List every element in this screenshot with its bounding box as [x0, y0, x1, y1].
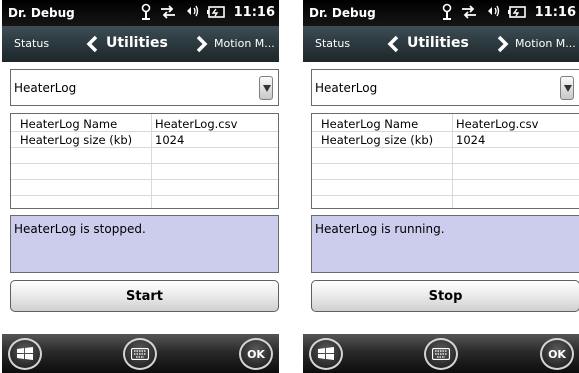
nav-prev-page[interactable]: Status	[14, 37, 49, 50]
taskbar: OK	[2, 334, 279, 373]
keyboard-icon[interactable]	[424, 338, 458, 370]
property-value: 1024	[155, 133, 185, 147]
property-value: HeaterLog.csv	[456, 117, 539, 131]
property-name: HeaterLog size (kb)	[20, 133, 133, 147]
status-message: HeaterLog is stopped.	[14, 222, 146, 236]
property-value: 1024	[456, 133, 486, 147]
ok-icon[interactable]: OK	[540, 338, 574, 370]
nav-next-page[interactable]: Motion M...	[214, 37, 275, 50]
properties-table: HeaterLog Name HeaterLog.csv HeaterLog s…	[311, 113, 579, 209]
table-row-empty	[312, 180, 579, 196]
status-bar: Dr. Debug 11:16	[2, 0, 279, 26]
nav-bar: Status Utilities Motion M...	[303, 26, 579, 62]
signal-icon	[140, 3, 152, 21]
keyboard-icon[interactable]	[123, 338, 157, 370]
app-title: Dr. Debug	[8, 6, 75, 20]
battery-icon	[206, 4, 227, 20]
clock: 11:16	[534, 4, 576, 20]
table-row: HeaterLog size (kb) 1024	[11, 132, 278, 148]
signal-icon	[441, 3, 453, 21]
ok-button-label: OK	[548, 348, 566, 361]
chevron-left-icon[interactable]	[386, 35, 400, 57]
dropdown-selected-value: HeaterLog	[14, 81, 77, 95]
log-type-dropdown[interactable]: HeaterLog	[311, 69, 579, 106]
property-name: HeaterLog size (kb)	[321, 133, 434, 147]
connectivity-icon	[159, 4, 177, 20]
chevron-left-icon[interactable]	[85, 35, 99, 57]
volume-icon	[184, 4, 200, 20]
dropdown-arrow-icon[interactable]	[259, 76, 273, 100]
table-row-empty	[312, 164, 579, 180]
start-button[interactable]: Start	[10, 280, 279, 312]
taskbar: OK	[303, 334, 579, 373]
device-screen-running: Dr. Debug 11:16 Status Utilities Motion	[303, 0, 579, 373]
table-row-empty	[11, 148, 278, 164]
battery-icon	[507, 4, 528, 20]
nav-current-page: Utilities	[407, 35, 469, 51]
table-row-empty	[11, 164, 278, 180]
dropdown-arrow-icon[interactable]	[560, 76, 574, 100]
app-title: Dr. Debug	[309, 6, 376, 20]
connectivity-icon	[460, 4, 478, 20]
chevron-right-icon[interactable]	[496, 35, 510, 57]
nav-current-page: Utilities	[106, 35, 168, 51]
status-message-box: HeaterLog is running.	[311, 215, 579, 273]
property-name: HeaterLog Name	[321, 117, 419, 131]
nav-next-page[interactable]: Motion M...	[515, 37, 576, 50]
table-row-empty	[11, 180, 278, 196]
properties-table: HeaterLog Name HeaterLog.csv HeaterLog s…	[10, 113, 279, 209]
volume-icon	[485, 4, 501, 20]
stop-button[interactable]: Stop	[311, 280, 579, 312]
table-row: HeaterLog size (kb) 1024	[312, 132, 579, 148]
table-row-empty	[312, 148, 579, 164]
ok-icon[interactable]: OK	[239, 338, 273, 370]
device-screen-stopped: Dr. Debug 11:16 Status Utilities Motion	[2, 0, 279, 373]
windows-start-icon[interactable]	[309, 338, 343, 370]
property-name: HeaterLog Name	[20, 117, 118, 131]
status-message: HeaterLog is running.	[315, 222, 445, 236]
status-bar: Dr. Debug 11:16	[303, 0, 579, 26]
property-value: HeaterLog.csv	[155, 117, 238, 131]
dropdown-selected-value: HeaterLog	[315, 81, 378, 95]
status-icons: 11:16	[140, 3, 275, 21]
clock: 11:16	[233, 4, 275, 20]
table-row: HeaterLog Name HeaterLog.csv	[312, 116, 579, 132]
chevron-right-icon[interactable]	[195, 35, 209, 57]
status-icons: 11:16	[441, 3, 576, 21]
ok-button-label: OK	[247, 348, 265, 361]
windows-start-icon[interactable]	[8, 338, 42, 370]
table-row: HeaterLog Name HeaterLog.csv	[11, 116, 278, 132]
status-message-box: HeaterLog is stopped.	[10, 215, 279, 273]
log-type-dropdown[interactable]: HeaterLog	[10, 69, 279, 106]
nav-bar: Status Utilities Motion M...	[2, 26, 279, 62]
nav-prev-page[interactable]: Status	[315, 37, 350, 50]
